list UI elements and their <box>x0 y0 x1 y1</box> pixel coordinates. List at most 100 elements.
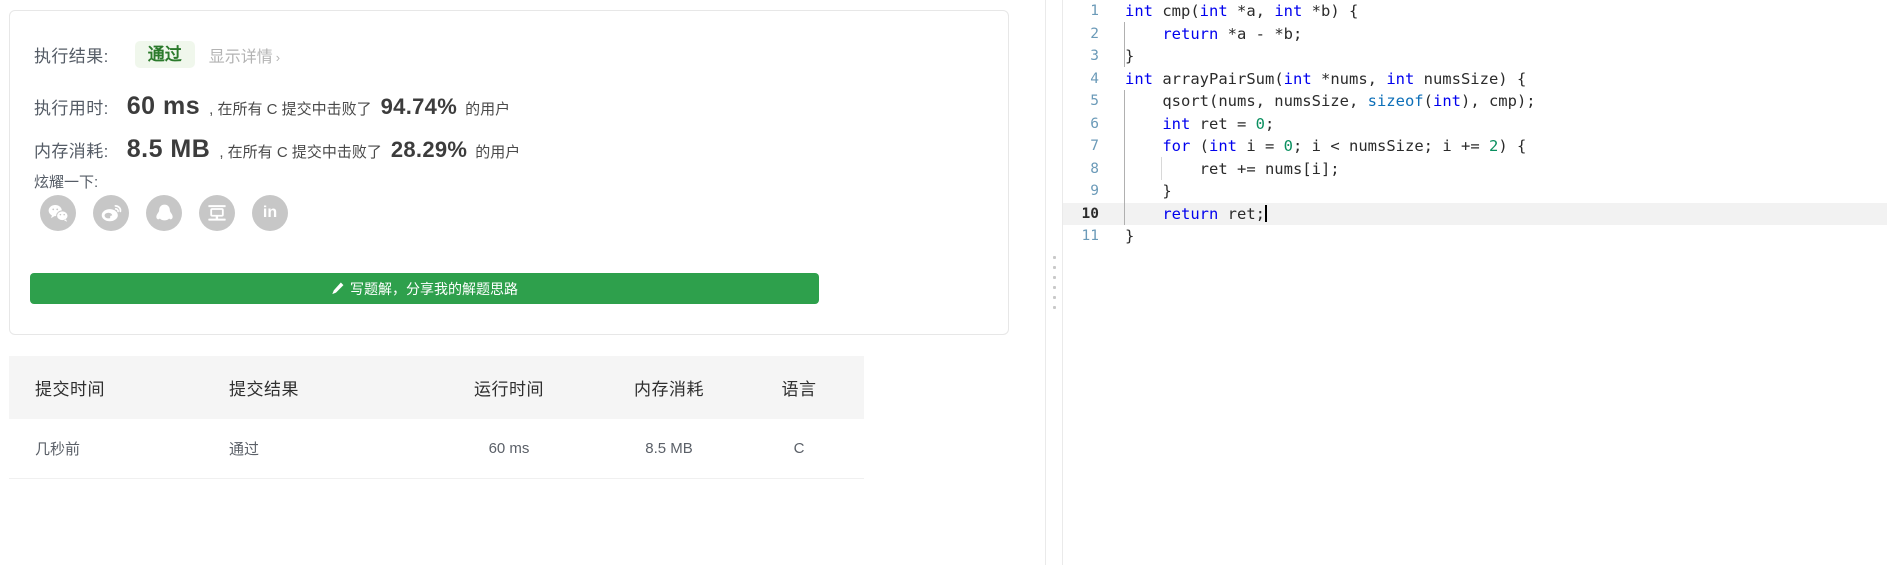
token: int <box>1386 69 1415 88</box>
line-number-4: 4 <box>1090 70 1099 87</box>
token: int <box>1125 2 1153 21</box>
memory-value: 8.5 MB <box>126 135 211 163</box>
douban-glyph <box>208 205 226 221</box>
token: ) { <box>1498 137 1527 156</box>
pencil-icon <box>331 282 344 295</box>
memory-percentile: 28.29% <box>390 137 468 162</box>
text-cursor <box>1265 204 1267 222</box>
token: int <box>1274 2 1303 21</box>
weibo-icon[interactable] <box>93 195 129 231</box>
wechat-icon[interactable] <box>40 195 76 231</box>
code-line-3[interactable]: 3} <box>1063 45 1887 68</box>
column-header-memory[interactable]: 内存消耗 <box>594 375 744 400</box>
runtime-value: 60 ms <box>126 92 201 120</box>
drag-dot <box>1052 276 1056 279</box>
indent-guide <box>1161 157 1162 180</box>
token: cmp( <box>1153 2 1200 21</box>
code-text-11: } <box>1111 227 1134 245</box>
line-number-9: 9 <box>1090 183 1099 200</box>
token: *nums, <box>1311 69 1387 88</box>
code-line-5[interactable]: 5 qsort(nums, numsSize, sizeof(int), cmp… <box>1063 90 1887 113</box>
code-editor-panel[interactable]: 1 int cmp(int *a, int *b) {2 return *a - … <box>1063 0 1887 565</box>
column-header-language[interactable]: 语言 <box>744 375 854 400</box>
code-text-4: int arrayPairSum(int *nums, int numsSize… <box>1111 70 1526 88</box>
drag-dots-icon <box>1052 256 1056 309</box>
write-solution-button[interactable]: 写题解，分享我的解题思路 <box>30 273 819 304</box>
cell-submit-result[interactable]: 通过 <box>229 438 424 459</box>
line-number-6: 6 <box>1090 115 1099 132</box>
code-text-3: } <box>1111 47 1134 65</box>
token: 0 <box>1255 114 1265 133</box>
wechat-glyph <box>48 204 68 222</box>
line-number-7: 7 <box>1090 138 1099 155</box>
token: *b) { <box>1302 2 1359 21</box>
cell-memory: 8.5 MB <box>645 440 693 457</box>
douban-icon[interactable] <box>199 195 235 231</box>
code-line-10[interactable]: 10 return ret; <box>1063 202 1887 225</box>
code-line-4[interactable]: 4 int arrayPairSum(int *nums, int numsSiz… <box>1063 68 1887 91</box>
indent-guide <box>1124 22 1125 67</box>
code-line-1[interactable]: 1 int cmp(int *a, int *b) { <box>1063 0 1887 23</box>
drag-dot <box>1052 296 1056 299</box>
token: } <box>1125 227 1135 246</box>
table-body: 几秒前 通过 60 ms 8.5 MB C <box>9 419 864 479</box>
token: int <box>1199 2 1228 21</box>
code-text-2: return *a - *b; <box>1111 25 1302 43</box>
qq-glyph <box>155 204 173 220</box>
table-header-row: 提交时间 提交结果 运行时间 内存消耗 语言 <box>9 356 864 419</box>
table-row[interactable]: 几秒前 通过 60 ms 8.5 MB C <box>9 419 864 479</box>
line-number-3: 3 <box>1090 48 1099 65</box>
token: *a, <box>1227 2 1275 21</box>
line-number-2: 2 <box>1090 25 1099 42</box>
execution-result-row: 执行结果: 通过 显示详情 › <box>34 41 280 68</box>
token: int <box>1125 69 1153 88</box>
cell-language: C <box>793 440 805 457</box>
code-line-9[interactable]: 9 } <box>1063 180 1887 203</box>
token: int <box>1283 69 1312 88</box>
line-number-10: 10 <box>1081 205 1099 222</box>
token: return <box>1162 24 1219 43</box>
token: numsSize) { <box>1414 69 1527 88</box>
drag-dot <box>1052 306 1056 309</box>
panel-resize-handle[interactable] <box>1045 0 1063 565</box>
token: ; <box>1265 114 1275 133</box>
memory-tail-text: 的用户 <box>475 144 521 161</box>
token: ret += nums[i]; <box>1125 159 1340 178</box>
show-details-link[interactable]: 显示详情 › <box>209 43 280 67</box>
column-header-result[interactable]: 提交结果 <box>229 375 424 400</box>
code-line-8[interactable]: 8 ret += nums[i]; <box>1063 158 1887 181</box>
token: 2 <box>1488 137 1499 156</box>
line-number-5: 5 <box>1090 93 1099 110</box>
code-line-6[interactable]: 6 int ret = 0; <box>1063 113 1887 136</box>
token: ( <box>1190 137 1209 156</box>
code-line-11[interactable]: 11} <box>1063 225 1887 248</box>
code-line-2[interactable]: 2 return *a - *b; <box>1063 23 1887 46</box>
column-header-time[interactable]: 提交时间 <box>9 375 229 400</box>
token: int <box>1432 92 1461 111</box>
token: return <box>1162 204 1219 223</box>
submission-result-page: 执行结果: 通过 显示详情 › 执行用时: 60 ms , 在所有 C 提交中击败… <box>0 0 1887 565</box>
show-details-label: 显示详情 <box>208 48 273 66</box>
linkedin-icon[interactable]: in <box>252 195 288 231</box>
cell-runtime: 60 ms <box>488 440 530 457</box>
line-number-11: 11 <box>1081 228 1099 245</box>
write-solution-label: 写题解，分享我的解题思路 <box>350 280 518 297</box>
column-header-runtime[interactable]: 运行时间 <box>424 375 594 400</box>
runtime-row: 执行用时: 60 ms , 在所有 C 提交中击败了 94.74% 的用户 <box>34 92 510 121</box>
token: } <box>1125 47 1135 66</box>
qq-icon[interactable] <box>146 195 182 231</box>
memory-middle-text: , 在所有 C 提交中击败了 <box>219 144 382 161</box>
code-line-7[interactable]: 7 for (int i = 0; i < numsSize; i += 2) … <box>1063 135 1887 158</box>
token: ), cmp); <box>1460 92 1536 111</box>
code-text-9: } <box>1111 182 1171 200</box>
code-text-8: ret += nums[i]; <box>1111 160 1340 178</box>
runtime-middle-text: , 在所有 C 提交中击败了 <box>209 101 372 118</box>
code-text-6: int ret = 0; <box>1111 115 1274 133</box>
left-panel: 执行结果: 通过 显示详情 › 执行用时: 60 ms , 在所有 C 提交中击败… <box>0 0 1045 565</box>
token: int <box>1209 137 1237 156</box>
execution-result-card: 执行结果: 通过 显示详情 › 执行用时: 60 ms , 在所有 C 提交中击败… <box>9 10 1009 335</box>
token: ( <box>1423 92 1433 111</box>
drag-dot <box>1052 266 1056 269</box>
